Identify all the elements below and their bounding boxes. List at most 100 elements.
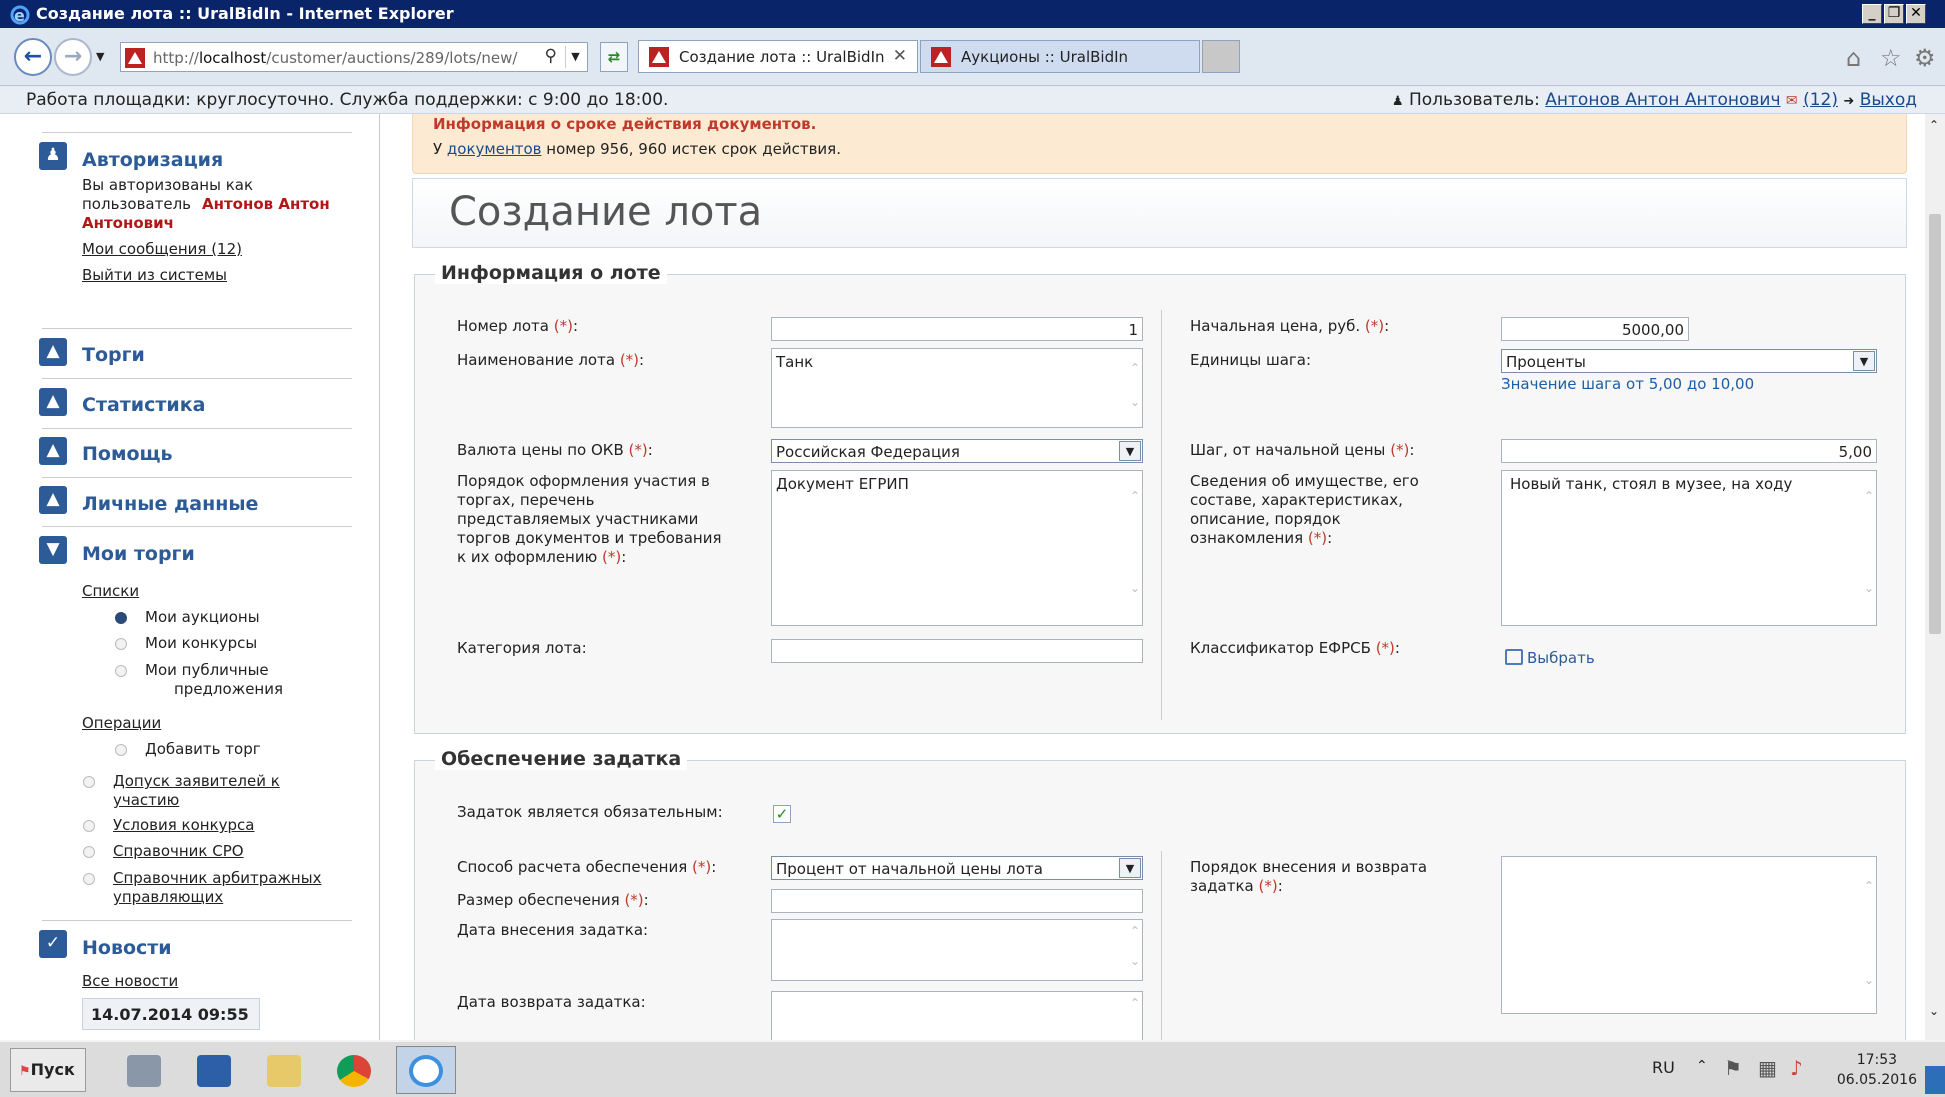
lot-number-input[interactable]: 1 — [771, 317, 1143, 341]
sro-directory-link[interactable]: Справочник СРО — [113, 842, 244, 860]
messages-count-link[interactable]: (12) — [1803, 90, 1838, 110]
volume-muted-icon[interactable]: ♪ — [1790, 1056, 1803, 1080]
sidebar-item-my-auctions-list[interactable]: Мои аукционы — [145, 608, 260, 627]
chevron-down-icon[interactable]: ▼ — [1119, 441, 1141, 461]
address-bar[interactable]: http://localhost/customer/auctions/289/l… — [120, 42, 588, 72]
scroll-down-icon[interactable]: ⌄ — [1130, 954, 1140, 968]
contest-terms-link[interactable]: Условия конкурса — [113, 816, 254, 834]
select-classifier-button[interactable]: Выбрать — [1505, 648, 1595, 667]
admission-link[interactable]: участию — [113, 791, 179, 809]
scroll-up-icon[interactable]: ⌃ — [1130, 489, 1140, 503]
user-name-link[interactable]: Антонов Антон Антонович — [1545, 90, 1780, 110]
gear-icon[interactable]: ⚙ — [1914, 44, 1936, 72]
taskbar-app-computer[interactable] — [114, 1046, 174, 1094]
deposit-date-in-textarea[interactable]: ⌃ ⌄ — [771, 919, 1143, 981]
taskbar-app-powershell[interactable] — [184, 1046, 244, 1094]
sidebar-messages-link[interactable]: Мои сообщения (12) — [82, 240, 242, 258]
step-units-select[interactable]: Проценты ▼ — [1501, 349, 1877, 373]
language-indicator[interactable]: RU — [1652, 1058, 1675, 1077]
scroll-up-icon[interactable]: ⌃ — [1130, 996, 1140, 1010]
sidebar-item-statistics[interactable]: Статистика — [82, 394, 205, 416]
category-input[interactable] — [771, 639, 1143, 663]
chevron-down-icon[interactable]: ▼ — [1853, 351, 1875, 371]
scroll-up-icon[interactable]: ⌃ — [1929, 118, 1939, 132]
managers-directory-link[interactable]: Справочник арбитражных — [113, 869, 321, 887]
participation-order-textarea[interactable]: Документ ЕГРИП ⌃ ⌄ — [771, 470, 1143, 626]
sidebar-item-personal[interactable]: Личные данные — [82, 493, 258, 515]
scroll-down-icon[interactable]: ⌄ — [1864, 581, 1874, 595]
minimize-button[interactable]: _ — [1862, 4, 1882, 24]
favorites-star-icon[interactable]: ☆ — [1880, 44, 1902, 72]
sidebar-news-title: Новости — [82, 937, 172, 959]
scroll-up-icon[interactable]: ⌃ — [1864, 489, 1874, 503]
expand-icon[interactable]: ▲ — [39, 437, 67, 465]
documents-link[interactable]: документов — [447, 140, 542, 158]
taskbar-app-ie[interactable] — [396, 1046, 456, 1094]
collapse-icon[interactable]: ▼ — [39, 536, 67, 564]
scroll-up-icon[interactable]: ⌃ — [1130, 924, 1140, 938]
expand-icon[interactable]: ▲ — [39, 486, 67, 514]
home-icon[interactable]: ⌂ — [1846, 44, 1861, 72]
clock[interactable]: 17:53 06.05.2016 — [1837, 1050, 1917, 1090]
expand-icon[interactable]: ▲ — [39, 388, 67, 416]
sidebar-item-auctions[interactable]: Торги — [82, 344, 145, 366]
tray-expand-icon[interactable]: ⌃ — [1696, 1058, 1708, 1074]
sidebar-item-help[interactable]: Помощь — [82, 443, 173, 465]
close-window-button[interactable]: ✕ — [1906, 4, 1926, 24]
sidebar-item-add-auction[interactable]: Добавить торг — [145, 740, 261, 759]
chevron-down-icon[interactable]: ▼ — [1119, 858, 1141, 878]
scrollbar-thumb[interactable] — [1929, 214, 1941, 634]
network-icon[interactable]: ▦ — [1758, 1056, 1777, 1080]
property-textarea[interactable]: Новый танк, стоял в музее, на ходу ⌃ ⌄ — [1501, 470, 1877, 626]
forward-button[interactable]: → — [54, 38, 92, 76]
currency-select[interactable]: Российская Федерация ▼ — [771, 439, 1143, 463]
history-dropdown-icon[interactable]: ▼ — [96, 50, 104, 63]
tab-auctions[interactable]: Аукционы :: UralBidIn — [920, 40, 1200, 73]
deposit-date-out-textarea[interactable]: ⌃ — [771, 991, 1143, 1040]
scroll-down-icon[interactable]: ⌄ — [1130, 581, 1140, 595]
scroll-down-icon[interactable]: ⌄ — [1929, 1004, 1939, 1018]
flag-icon[interactable]: ⚑ — [1724, 1056, 1742, 1080]
radio-icon — [83, 846, 95, 858]
operations-link[interactable]: Операции — [82, 714, 161, 732]
managers-directory-link[interactable]: управляющих — [113, 888, 223, 906]
refresh-icon[interactable]: ⇄ — [600, 42, 628, 72]
expand-icon[interactable]: ▲ — [39, 338, 67, 366]
step-input[interactable]: 5,00 — [1501, 439, 1877, 463]
address-url[interactable]: http://localhost/customer/auctions/289/l… — [153, 49, 517, 67]
taskbar-app-chrome[interactable] — [324, 1046, 384, 1094]
scroll-up-icon[interactable]: ⌃ — [1864, 879, 1874, 893]
logout-link[interactable]: Выход — [1860, 90, 1917, 110]
address-dropdown-icon[interactable]: ▼ — [565, 46, 585, 68]
sidebar-item-my-contests[interactable]: Мои конкурсы — [145, 634, 257, 653]
back-button[interactable]: ← — [14, 38, 52, 76]
deposit-order-textarea[interactable]: ⌃ ⌄ — [1501, 856, 1877, 1014]
scroll-down-icon[interactable]: ⌄ — [1864, 973, 1874, 987]
sidebar-logout-link[interactable]: Выйти из системы — [82, 266, 227, 284]
mail-icon[interactable]: ✉ — [1786, 93, 1798, 109]
taskbar-app-explorer[interactable] — [254, 1046, 314, 1094]
start-button[interactable]: ⚑Пуск — [10, 1048, 86, 1092]
lists-link[interactable]: Списки — [82, 582, 139, 600]
search-icon[interactable]: ⚲ — [545, 46, 557, 66]
sidebar-item-my-offers[interactable]: предложения — [174, 680, 283, 699]
tab-create-lot[interactable]: Создание лота :: UralBidIn ✕ — [638, 40, 918, 73]
deposit-size-input[interactable] — [771, 889, 1143, 913]
maximize-button[interactable]: ❐ — [1884, 4, 1904, 24]
close-tab-icon[interactable]: ✕ — [893, 46, 907, 66]
scroll-up-icon[interactable]: ⌃ — [1130, 361, 1140, 375]
scroll-down-icon[interactable]: ⌄ — [1130, 395, 1140, 409]
deposit-method-select[interactable]: Процент от начальной цены лота ▼ — [771, 856, 1143, 880]
start-price-input[interactable]: 5000,00 — [1501, 317, 1689, 341]
lot-name-textarea[interactable]: Танк ⌃ ⌄ — [771, 348, 1143, 428]
browser-navbar: ← → ▼ http://localhost/customer/auctions… — [0, 28, 1945, 86]
sidebar-item-my-auctions[interactable]: Мои торги — [82, 543, 195, 565]
page-scrollbar[interactable]: ⌃ ⌄ — [1925, 114, 1945, 1040]
sidebar-item-my-offers[interactable]: Мои публичные — [145, 661, 269, 680]
deposit-mandatory-checkbox[interactable]: ✓ — [773, 805, 791, 823]
checkmark-icon[interactable]: ✓ — [39, 930, 67, 958]
show-desktop-button[interactable] — [1925, 1066, 1945, 1094]
admission-link[interactable]: Допуск заявителей к — [113, 772, 280, 790]
all-news-link[interactable]: Все новости — [82, 972, 178, 990]
new-tab-button[interactable] — [1202, 40, 1240, 73]
